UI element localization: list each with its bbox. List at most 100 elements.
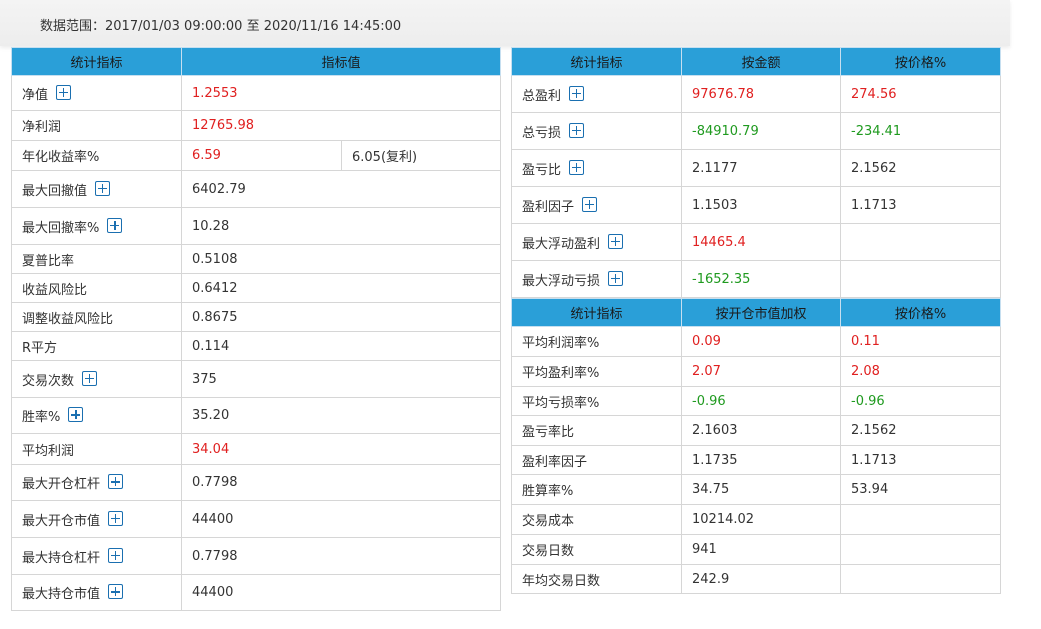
metric-value: -0.96 xyxy=(840,386,1001,416)
metric-value xyxy=(840,260,1001,298)
metric-value: 1.1503 xyxy=(681,186,841,224)
table-row: 最大浮动盈利 14465.4 xyxy=(511,223,1001,261)
expand-plus-icon[interactable] xyxy=(569,85,585,101)
metric-label-cell: 最大回撤值 xyxy=(11,170,182,208)
right-bottom-stats-table: 统计指标 按开仓市值加权 按价格% 平均利润率% 0.09 0.11 平均盈利率% 2.… xyxy=(511,298,1001,594)
metric-label-cell: 调整收益风险比 xyxy=(11,302,182,332)
metric-label-cell: 总亏损 xyxy=(511,112,682,150)
table-row: 净值 1.2553 xyxy=(11,75,502,111)
metric-value: 1.1735 xyxy=(681,445,841,475)
metric-value: 53.94 xyxy=(840,474,1001,505)
expand-plus-icon[interactable] xyxy=(108,474,124,489)
header-by-open-value-weighted: 按开仓市值加权 xyxy=(681,298,841,327)
table-row: 年均交易日数 242.9 xyxy=(511,564,1001,594)
metric-label: 年化收益率% xyxy=(22,150,100,165)
table-row: 胜算率% 34.75 53.94 xyxy=(511,474,1001,505)
table-row: 盈利因子 1.1503 1.1713 xyxy=(511,186,1001,224)
metric-label-cell: 平均利润 xyxy=(11,433,182,465)
table-row: 最大浮动亏损 -1652.35 xyxy=(511,260,1001,298)
table-row: 平均利润 34.04 xyxy=(11,433,502,465)
table-row: 交易成本 10214.02 xyxy=(511,504,1001,535)
metric-value: 14465.4 xyxy=(681,223,841,261)
metric-label: 最大浮动盈利 xyxy=(522,236,601,252)
metric-label-cell: 最大浮动亏损 xyxy=(511,260,682,298)
metric-value: 2.1603 xyxy=(681,415,841,446)
expand-plus-icon[interactable] xyxy=(582,196,598,212)
metric-value: 274.56 xyxy=(840,75,1001,113)
metric-label-cell: 最大开仓杠杆 xyxy=(11,464,182,501)
left-stats-table: 统计指标 指标值 净值 1.2553 净利润 12765.98 年化收益率% 6.59 6.… xyxy=(11,47,502,611)
metric-value: 34.04 xyxy=(180,433,502,465)
expand-plus-icon[interactable] xyxy=(108,584,124,599)
table-row: 最大开仓市值 44400 xyxy=(11,500,502,538)
metric-value: 0.8675 xyxy=(180,302,502,332)
expand-plus-icon[interactable] xyxy=(108,547,124,563)
metric-value: 242.9 xyxy=(681,564,841,594)
metric-value: 35.20 xyxy=(180,397,502,434)
metric-value: 6.59 xyxy=(181,140,342,171)
data-range-text: 数据范围：2017/01/03 09:00:00 至 2020/11/16 14… xyxy=(40,19,402,34)
metric-label: 交易次数 xyxy=(22,373,75,389)
header-indicator-value: 指标值 xyxy=(180,47,502,76)
expand-plus-icon[interactable] xyxy=(95,180,111,196)
metric-label-cell: 盈亏率比 xyxy=(511,415,682,446)
metric-value: 2.1562 xyxy=(840,415,1001,446)
metric-value: 12765.98 xyxy=(180,110,502,141)
expand-plus-icon[interactable] xyxy=(569,159,585,175)
expand-plus-icon[interactable] xyxy=(608,233,624,249)
metric-label-cell: 平均亏损率% xyxy=(511,386,682,416)
metric-label: 交易成本 xyxy=(522,514,575,529)
metric-value xyxy=(840,504,1001,535)
table-row: 盈亏比 2.1177 2.1562 xyxy=(511,149,1001,187)
metric-value: 1.2553 xyxy=(180,75,502,111)
metric-label: 平均利润 xyxy=(22,443,75,459)
expand-plus-icon[interactable] xyxy=(107,217,123,233)
table-row: 夏普比率 0.5108 xyxy=(11,244,502,274)
metric-label: 最大回撤率% xyxy=(22,220,100,236)
metric-value: 1.1713 xyxy=(840,186,1001,224)
expand-plus-icon[interactable] xyxy=(68,407,84,422)
metric-label: 胜算率% xyxy=(522,484,574,499)
metric-label-cell: 净值 xyxy=(11,75,182,111)
expand-plus-icon[interactable] xyxy=(569,122,585,138)
expand-plus-icon[interactable] xyxy=(82,370,98,386)
metric-label-cell: 收益风险比 xyxy=(11,273,182,303)
metric-label: 盈亏率比 xyxy=(522,425,575,440)
metric-label: 最大持仓杠杆 xyxy=(22,550,101,566)
expand-plus-icon[interactable] xyxy=(608,270,624,286)
metric-value: 44400 xyxy=(180,500,502,538)
metric-value: 0.09 xyxy=(681,326,841,357)
metric-value: 6402.79 xyxy=(180,170,502,208)
expand-plus-icon[interactable] xyxy=(56,84,72,100)
metric-value: 10214.02 xyxy=(681,504,841,535)
metric-label-cell: 总盈利 xyxy=(511,75,682,113)
header-stat-indicator: 统计指标 xyxy=(511,298,682,327)
metric-label: 净值 xyxy=(22,87,49,103)
metric-label-cell: 最大开仓市值 xyxy=(11,500,182,538)
metric-label-cell: 净利润 xyxy=(11,110,182,141)
metric-value: 2.1562 xyxy=(840,149,1001,187)
metric-value: 2.1177 xyxy=(681,149,841,187)
metric-label: 调整收益风险比 xyxy=(22,311,114,327)
metric-label-cell: 盈亏比 xyxy=(511,149,682,187)
metric-label: 最大开仓杠杆 xyxy=(22,477,101,492)
metric-value: 0.114 xyxy=(180,331,502,361)
right-top-stats-table: 统计指标 按金额 按价格% 总盈利 97676.78 274.56 总亏损 -84910… xyxy=(511,47,1001,298)
metric-value: -234.41 xyxy=(840,112,1001,150)
metric-value xyxy=(840,564,1001,594)
metric-value: 0.5108 xyxy=(180,244,502,274)
metric-label: 平均利润率% xyxy=(522,336,600,351)
table-row: 净利润 12765.98 xyxy=(11,110,502,141)
metric-value: -84910.79 xyxy=(681,112,841,150)
metric-label-cell: 胜率% xyxy=(11,397,182,434)
table-row: 总亏损 -84910.79 -234.41 xyxy=(511,112,1001,150)
metric-value: 34.75 xyxy=(681,474,841,505)
table-row: 调整收益风险比 0.8675 xyxy=(11,302,502,332)
metric-label: 最大浮动亏损 xyxy=(522,273,601,289)
metric-label-cell: 交易成本 xyxy=(511,504,682,535)
metric-label: 最大回撤值 xyxy=(22,183,88,199)
metric-label: 净利润 xyxy=(22,120,62,135)
table-row: 最大持仓市值 44400 xyxy=(11,574,502,611)
header-stat-indicator: 统计指标 xyxy=(511,47,682,76)
expand-plus-icon[interactable] xyxy=(108,510,124,526)
